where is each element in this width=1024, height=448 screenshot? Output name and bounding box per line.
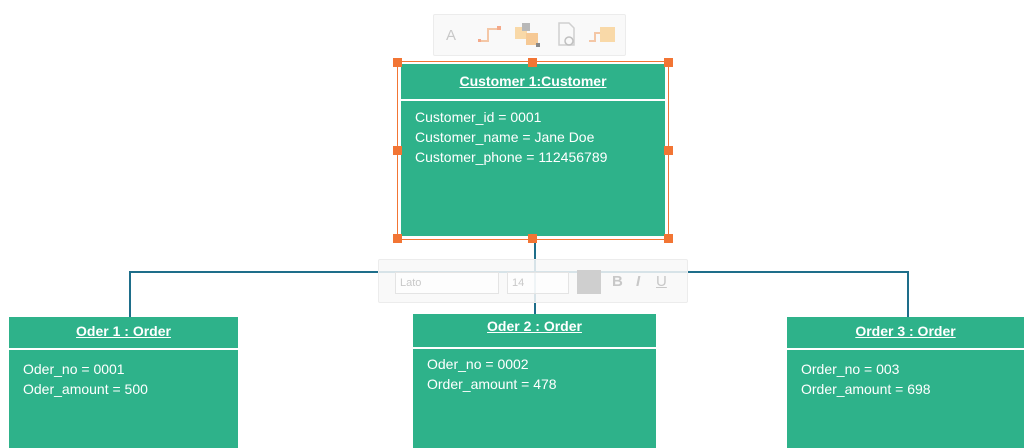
resize-handle-bottom-right[interactable] xyxy=(664,234,673,243)
bold-button[interactable]: B xyxy=(612,273,623,290)
customer-attribute: Customer_name = Jane Doe xyxy=(415,129,595,145)
order-object-box[interactable]: Oder 1 : Order Oder_no = 0001 Oder_amoun… xyxy=(9,317,238,448)
font-family-select[interactable]: Lato xyxy=(395,272,499,294)
text-color-swatch[interactable] xyxy=(577,270,601,294)
order-attribute: Order_amount = 698 xyxy=(801,381,931,397)
order-attribute: Order_no = 003 xyxy=(801,361,900,377)
order-object-box[interactable]: Order 3 : Order Order_no = 003 Order_amo… xyxy=(787,317,1024,448)
page-settings-icon[interactable] xyxy=(556,21,580,49)
order-title-separator xyxy=(787,348,1024,350)
customer-attributes: Customer_id = 0001 Customer_name = Jane … xyxy=(415,107,607,167)
text-tool-icon[interactable]: A xyxy=(446,27,456,44)
resize-handle-bottom-left[interactable] xyxy=(393,234,402,243)
customer-attribute: Customer_phone = 112456789 xyxy=(415,149,608,165)
resize-handle-bottom-middle[interactable] xyxy=(528,234,537,243)
italic-button[interactable]: I xyxy=(636,273,640,290)
order-object-title: Order 3 : Order xyxy=(855,323,956,339)
order-attribute: Order_amount = 478 xyxy=(427,376,557,392)
resize-handle-middle-left[interactable] xyxy=(393,146,402,155)
customer-title-separator xyxy=(401,99,665,101)
shape-toolbar: A xyxy=(433,14,626,56)
resize-handle-top-right[interactable] xyxy=(664,58,673,67)
order-object-box[interactable]: Oder 2 : Order Oder_no = 0002 Order_amou… xyxy=(413,314,656,448)
connector-shape-icon[interactable] xyxy=(588,23,618,47)
shape-style-icon[interactable] xyxy=(514,21,542,49)
font-size-select[interactable]: 14 xyxy=(507,272,569,294)
customer-attribute: Customer_id = 0001 xyxy=(415,109,542,125)
order-attribute: Oder_no = 0001 xyxy=(23,361,125,377)
order-attributes: Order_no = 003 Order_amount = 698 xyxy=(801,359,931,399)
order-attributes: Oder_no = 0001 Oder_amount = 500 xyxy=(23,359,148,399)
customer-object-box[interactable]: Customer 1:Customer Customer_id = 0001 C… xyxy=(401,64,665,236)
order-object-title: Oder 2 : Order xyxy=(487,318,582,334)
order-title-separator xyxy=(413,347,656,349)
order-attribute: Oder_no = 0002 xyxy=(427,356,529,372)
customer-object-title: Customer 1:Customer xyxy=(459,73,607,89)
connector-to-order-3[interactable] xyxy=(907,271,909,317)
order-attributes: Oder_no = 0002 Order_amount = 478 xyxy=(427,354,557,394)
underline-button[interactable]: U xyxy=(656,273,667,290)
resize-handle-top-left[interactable] xyxy=(393,58,402,67)
order-attribute: Oder_amount = 500 xyxy=(23,381,148,397)
resize-handle-middle-right[interactable] xyxy=(664,146,673,155)
order-object-title: Oder 1 : Order xyxy=(76,323,171,339)
connector-icon[interactable] xyxy=(478,23,504,47)
connector-to-order-1[interactable] xyxy=(129,271,131,317)
text-format-toolbar: Lato 14 B I U xyxy=(378,259,688,303)
resize-handle-top-middle[interactable] xyxy=(528,58,537,67)
order-title-separator xyxy=(9,348,238,350)
